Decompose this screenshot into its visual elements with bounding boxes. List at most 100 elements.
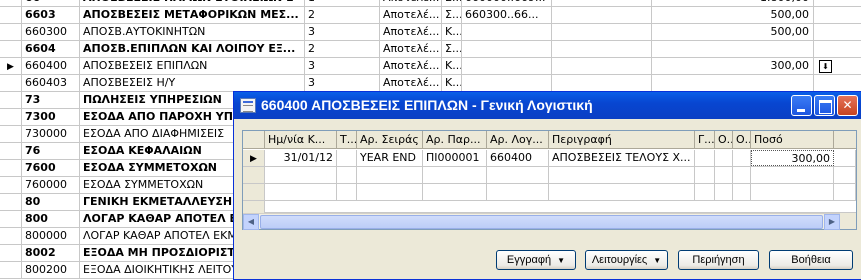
table-row[interactable]: 6603 ΑΠΟΣΒΕΣΕΙΣ ΜΕΤΑΦΟΡΙΚΩΝ ΜΕΣ... 2 Αποτελ… — [0, 7, 861, 24]
post-button[interactable]: Εγγραφή ▼ — [496, 250, 576, 270]
header-o1[interactable]: Ο... — [715, 131, 733, 149]
row-selector[interactable] — [0, 24, 22, 40]
row-selector[interactable] — [0, 177, 22, 193]
cell-empty[interactable] — [549, 167, 695, 183]
cell-account-no[interactable]: 7300 — [22, 109, 80, 125]
cell-balance[interactable] — [652, 75, 814, 91]
cell-balance[interactable]: 500,00 — [652, 7, 814, 23]
maximize-button[interactable] — [814, 95, 835, 116]
table-row[interactable]: 660300 ΑΠΟΣΒ.ΑΥΤΟΚΙΝΗΤΩΝ 3 Αποτελέ... Κ... 50… — [0, 24, 861, 41]
cell-empty[interactable] — [487, 184, 549, 200]
cell-account-no[interactable]: 66 — [22, 0, 80, 6]
cell-empty[interactable] — [751, 167, 834, 183]
cell-account-no[interactable]: 660403 — [22, 75, 80, 91]
minimize-button[interactable] — [791, 95, 812, 116]
header-document-no[interactable]: Αρ. Παρ... — [423, 131, 487, 149]
row-selector[interactable] — [0, 92, 22, 108]
cell-income-balance[interactable]: Αποτελέ... — [380, 58, 442, 74]
cell-s[interactable]: Κ... — [442, 24, 462, 40]
cell-account-type[interactable]: 3 — [305, 75, 380, 91]
cell-empty[interactable] — [357, 184, 423, 200]
cell-series-no[interactable]: YEAR END — [357, 150, 423, 166]
header-amount[interactable]: Ποσό — [751, 131, 834, 149]
cell-empty[interactable] — [695, 167, 715, 183]
cell-account-no[interactable]: 73 — [22, 92, 80, 108]
cell-empty[interactable] — [552, 24, 652, 40]
cell-account-type[interactable]: 3 — [305, 58, 380, 74]
cell-empty[interactable] — [733, 167, 751, 183]
cell-income-balance[interactable]: Αποτελέ... — [380, 41, 442, 57]
cell-totaling[interactable] — [462, 58, 552, 74]
cell-account-type[interactable]: 2 — [305, 41, 380, 57]
cell-s[interactable]: Κ... — [442, 75, 462, 91]
cell-amount[interactable]: 300,00 — [751, 150, 834, 166]
table-row[interactable]: 6604 ΑΠΟΣΒ.ΕΠΙΠΛΩΝ ΚΑΙ ΛΟΙΠΟΥ ΕΞ... 2 Αποτε… — [0, 41, 861, 58]
scrollbar-thumb[interactable] — [260, 215, 823, 229]
cell-s[interactable]: Κ... — [442, 58, 462, 74]
cell-account-no[interactable]: 730000 — [22, 126, 80, 142]
cell-o2[interactable] — [733, 150, 751, 166]
row-selector[interactable] — [0, 41, 22, 57]
header-g[interactable]: Γ... — [695, 131, 715, 149]
row-selector[interactable]: ▶ — [0, 58, 22, 74]
cell-document-no[interactable]: ΠΙ000001 — [423, 150, 487, 166]
row-selector[interactable] — [0, 7, 22, 23]
table-row[interactable]: 660403 ΑΠΟΣΒΕΣΕΙΣ Η/Υ 3 Αποτελέ... Κ... — [0, 75, 861, 92]
help-button[interactable]: Βοήθεια — [769, 250, 853, 270]
cell-account-name[interactable]: ΑΠΟΣΒΕΣΕΙΣ ΜΕΤΑΦΟΡΙΚΩΝ ΜΕΣ... — [80, 7, 305, 23]
cell-income-balance[interactable]: Αποτελέ... — [380, 75, 442, 91]
cell-g[interactable] — [695, 150, 715, 166]
dialog-titlebar[interactable]: 660400 ΑΠΟΣΒΕΣΕΙΣ ΕΠΙΠΛΩΝ - Γενική Λογισ… — [234, 92, 861, 119]
cell-account-no[interactable]: 6604 — [22, 41, 80, 57]
cell-totaling[interactable] — [462, 75, 552, 91]
header-account-no[interactable]: Αρ. Λογ... — [487, 131, 549, 149]
cell-income-balance[interactable]: Αποτελέ... — [380, 7, 442, 23]
cell-account-no[interactable]: 800000 — [22, 228, 80, 244]
table-row[interactable]: 66ΑΠΟΣΒΕΣΕΙΣ ΠΑΓΙΩΝ ΣΤΟΙΧΕΙΩΝ Ε1Αποτελέ.… — [0, 0, 861, 7]
cell-income-balance[interactable]: Αποτελέ... — [380, 0, 442, 6]
cell-action[interactable] — [814, 24, 861, 40]
row-selector[interactable] — [243, 184, 265, 200]
cell-s[interactable]: Σ... — [442, 7, 462, 23]
row-selector[interactable] — [0, 109, 22, 125]
cell-empty[interactable] — [751, 184, 834, 200]
horizontal-scrollbar[interactable]: ◀ ▶ — [243, 213, 856, 230]
scroll-right-icon[interactable]: ▶ — [824, 214, 840, 230]
header-description[interactable]: Περιγραφή — [549, 131, 695, 149]
cell-account-no[interactable]: 80 — [22, 194, 80, 210]
table-row[interactable]: ▶ 660400 ΑΠΟΣΒΕΣΕΙΣ ΕΠΙΠΛΩΝ 3 Αποτελέ... Κ...… — [0, 58, 861, 75]
header-doc-type[interactable]: Τ... — [337, 131, 357, 149]
cell-empty[interactable] — [265, 167, 337, 183]
cell-account-type[interactable]: 3 — [305, 24, 380, 40]
cell-empty[interactable] — [695, 184, 715, 200]
cell-s[interactable]: Σ... — [442, 41, 462, 57]
cell-account-type[interactable]: 1 — [305, 0, 380, 6]
cell-totaling[interactable]: 660000..669... — [462, 0, 552, 6]
row-selector[interactable] — [0, 245, 22, 261]
cell-balance[interactable]: 1.800,00 — [652, 0, 814, 6]
row-selector[interactable] — [243, 167, 265, 183]
cell-s[interactable]: Σ... — [442, 0, 462, 6]
cell-income-balance[interactable]: Αποτελέ... — [380, 24, 442, 40]
cell-empty[interactable] — [487, 167, 549, 183]
cell-account-no[interactable]: 76 — [22, 143, 80, 159]
cell-balance[interactable] — [652, 41, 814, 57]
row-selector[interactable] — [0, 228, 22, 244]
cell-empty[interactable] — [265, 184, 337, 200]
header-posting-date[interactable]: Ημ/νία Κ... — [265, 131, 337, 149]
cell-empty[interactable] — [552, 75, 652, 91]
row-selector[interactable] — [0, 262, 22, 278]
row-selector[interactable] — [0, 194, 22, 210]
scroll-left-icon[interactable]: ◀ — [243, 214, 259, 230]
cell-account-no[interactable]: 760000 — [22, 177, 80, 193]
table-row[interactable]: ▶ 31/01/12 YEAR END ΠΙ000001 660400 ΑΠΟΣ… — [243, 150, 856, 167]
cell-doc-type[interactable] — [337, 150, 357, 166]
row-selector[interactable] — [0, 211, 22, 227]
table-row[interactable] — [243, 167, 856, 184]
cell-action[interactable] — [814, 7, 861, 23]
cell-account-no[interactable]: 8002 — [22, 245, 80, 261]
table-row[interactable] — [243, 201, 856, 213]
cell-action[interactable] — [814, 41, 861, 57]
cell-account-name[interactable]: ΑΠΟΣΒ.ΑΥΤΟΚΙΝΗΤΩΝ — [80, 24, 305, 40]
cell-account-no[interactable]: 6603 — [22, 7, 80, 23]
